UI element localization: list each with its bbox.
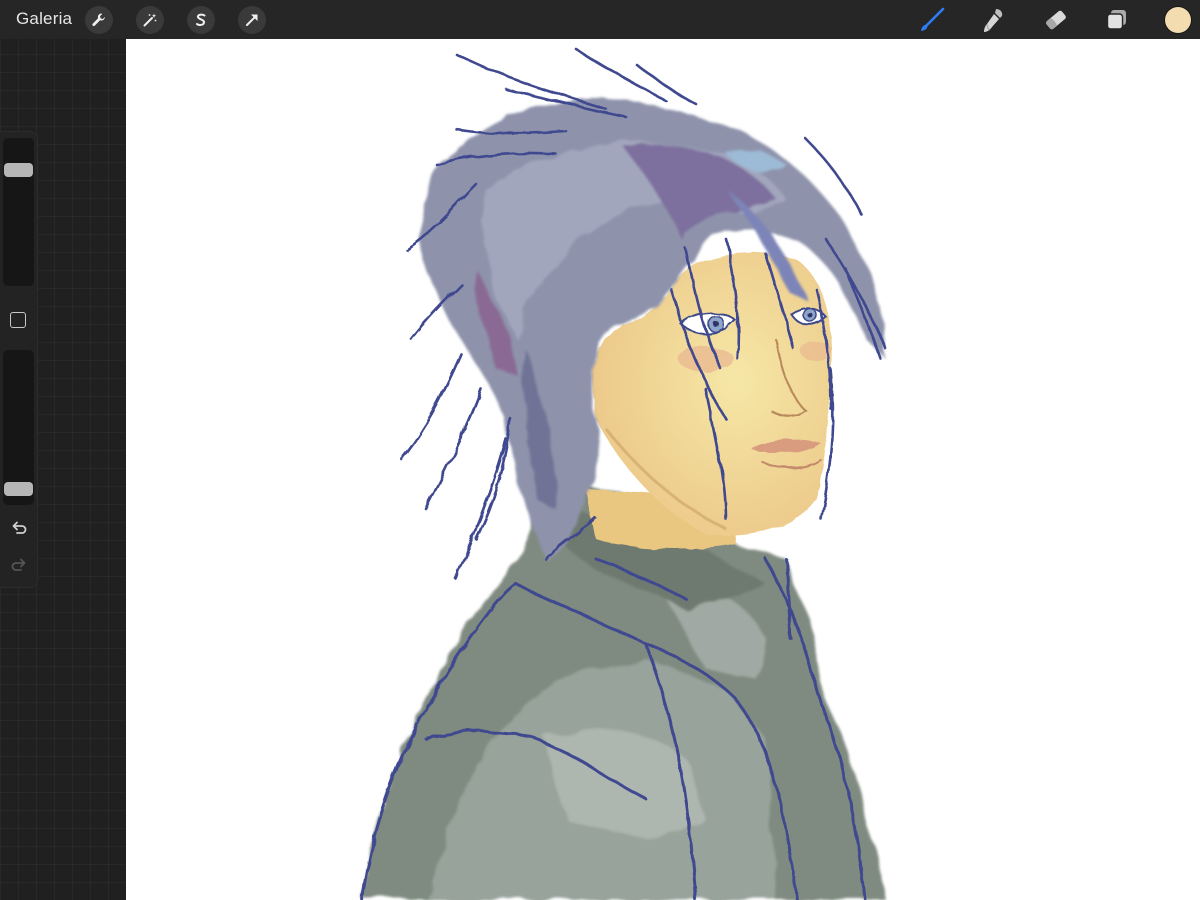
selection-s-icon	[196, 13, 206, 26]
brush-tool-button[interactable]	[916, 4, 948, 36]
brush-size-slider[interactable]	[3, 138, 34, 286]
modify-button[interactable]	[10, 312, 26, 328]
gallery-link[interactable]: Galeria	[16, 9, 72, 29]
left-sidebar	[0, 132, 37, 587]
procreate-app: Galeria	[0, 0, 1200, 900]
smudge-tool-button[interactable]	[977, 4, 1009, 36]
undo-icon	[12, 521, 27, 534]
drawing-canvas[interactable]	[126, 39, 1200, 900]
brush-icon	[921, 7, 945, 31]
layers-tool-button[interactable]	[1101, 4, 1133, 36]
arrow-cursor-icon	[246, 14, 258, 26]
top-toolbar: Galeria	[0, 0, 1200, 39]
color-picker-button[interactable]	[1165, 7, 1191, 33]
wrench-icon	[92, 13, 105, 27]
portrait-artwork	[360, 47, 888, 900]
eraser-tool-button[interactable]	[1040, 4, 1072, 36]
redo-button[interactable]	[9, 555, 29, 575]
magic-wand-icon	[143, 13, 157, 27]
brush-size-thumb[interactable]	[4, 162, 33, 177]
selection-button[interactable]	[187, 6, 215, 34]
undo-button[interactable]	[9, 518, 29, 538]
layers-icon	[1106, 10, 1126, 30]
adjustments-button[interactable]	[136, 6, 164, 34]
actions-button[interactable]	[85, 6, 113, 34]
eraser-icon	[1046, 10, 1066, 30]
smudge-icon	[984, 9, 1003, 32]
opacity-thumb[interactable]	[4, 481, 33, 496]
transform-button[interactable]	[238, 6, 266, 34]
opacity-slider[interactable]	[3, 350, 34, 505]
redo-icon	[11, 558, 26, 571]
